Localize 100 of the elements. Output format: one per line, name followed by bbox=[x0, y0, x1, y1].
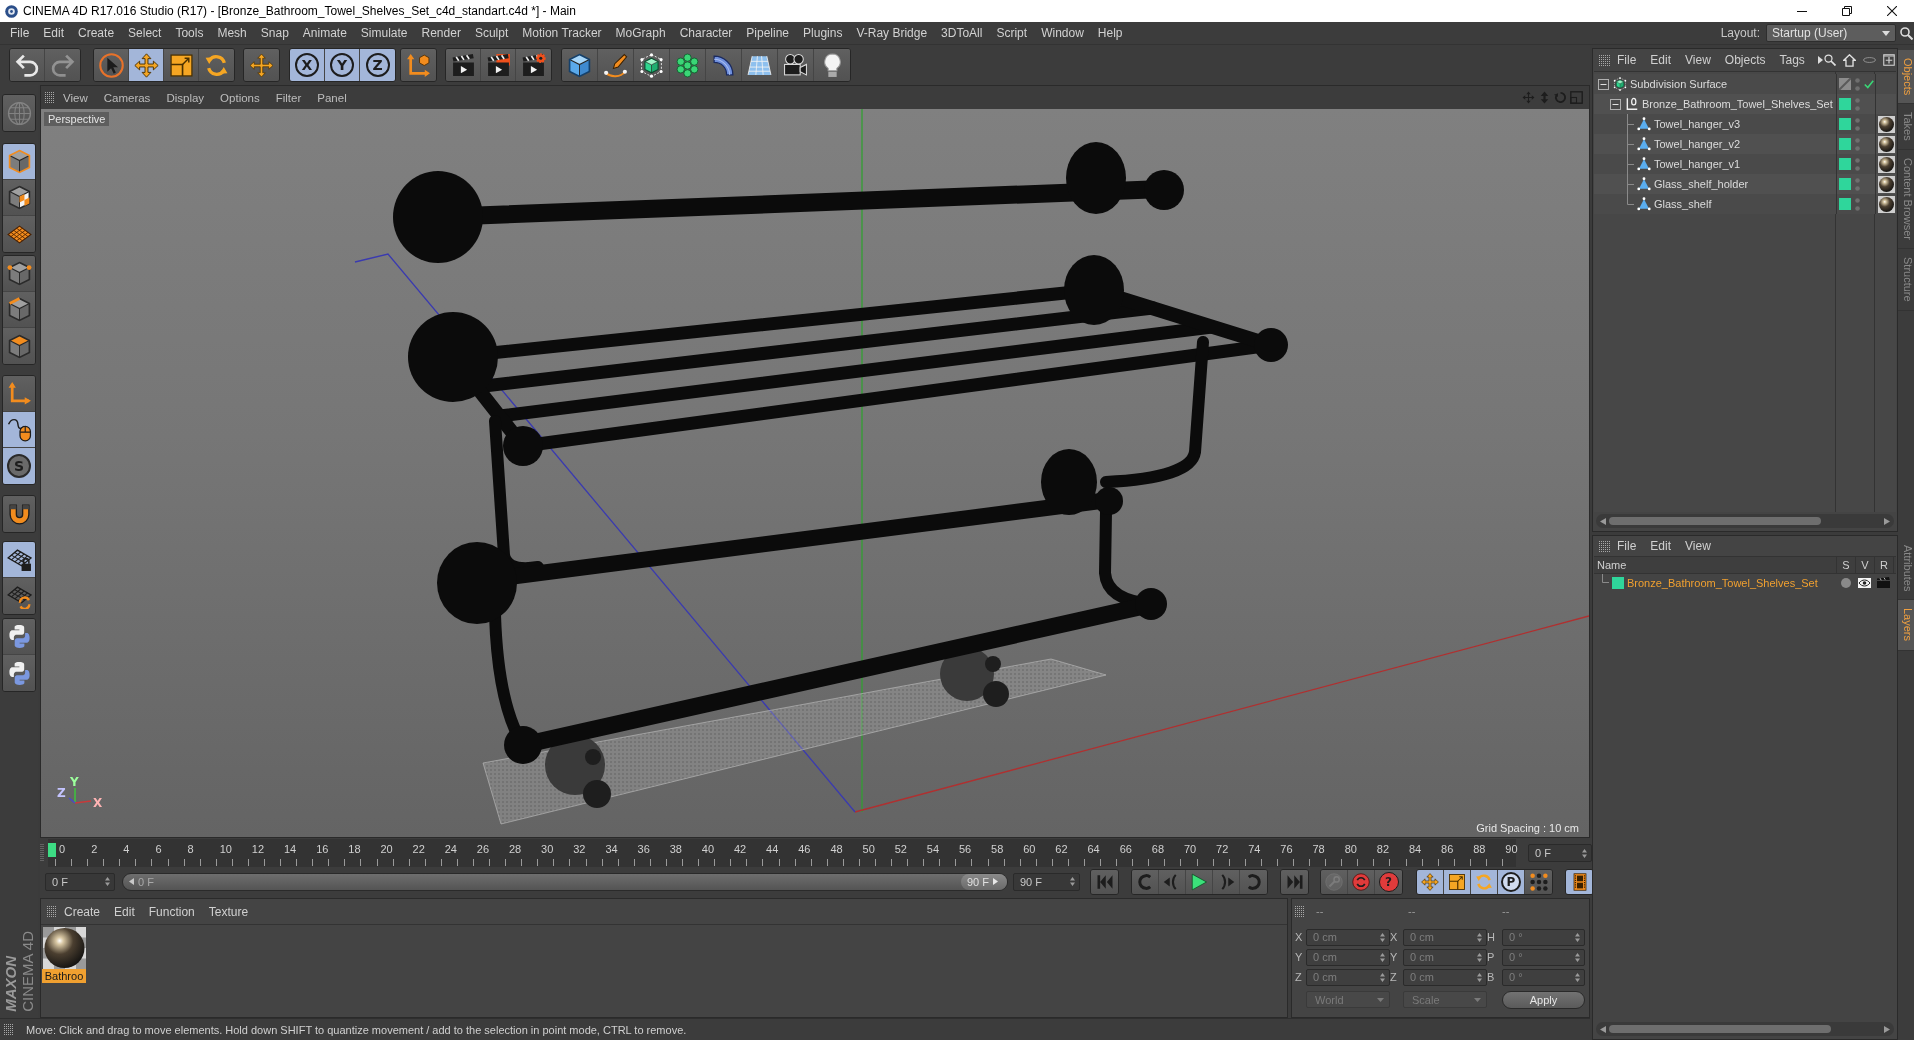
menu-item[interactable]: Edit bbox=[1643, 53, 1679, 67]
menu-item[interactable]: Edit bbox=[1643, 539, 1679, 553]
menu-item[interactable]: Create bbox=[57, 904, 108, 919]
home-icon[interactable] bbox=[1843, 53, 1856, 67]
visibility-dots-icon[interactable] bbox=[1855, 157, 1860, 171]
pen-button[interactable] bbox=[598, 49, 634, 81]
object-name[interactable]: Towel_hanger_v1 bbox=[1654, 158, 1741, 170]
material-ball-icon[interactable] bbox=[42, 927, 86, 969]
select-tool-button[interactable] bbox=[94, 49, 129, 81]
layer-name[interactable]: Bronze_Bathroom_Towel_Shelves_Set bbox=[1627, 576, 1818, 589]
check-icon[interactable] bbox=[1864, 79, 1874, 89]
material-tag-icon[interactable] bbox=[1878, 155, 1895, 173]
column-header[interactable]: V bbox=[1855, 556, 1874, 574]
object-name[interactable]: Towel_hanger_v2 bbox=[1654, 138, 1741, 150]
scale-tool-button[interactable] bbox=[164, 49, 199, 81]
key-selection-button[interactable]: ? bbox=[1375, 869, 1402, 894]
scroll-right-icon[interactable] bbox=[1884, 517, 1890, 525]
column-header[interactable]: R bbox=[1874, 556, 1893, 574]
transform-tool-button[interactable] bbox=[244, 49, 279, 81]
towel-rack-drawing[interactable] bbox=[393, 142, 1288, 825]
coordinate-system-button[interactable] bbox=[401, 49, 436, 81]
menu-item[interactable]: View bbox=[1678, 53, 1718, 67]
script-button[interactable] bbox=[3, 619, 35, 655]
snap-button[interactable] bbox=[3, 496, 35, 532]
menu-item[interactable]: Objects bbox=[1717, 53, 1773, 67]
layer-color-swatch[interactable] bbox=[1839, 158, 1851, 170]
collapse-icon[interactable] bbox=[1610, 98, 1621, 110]
column-header[interactable]: S bbox=[1836, 556, 1855, 574]
rotate-tool-button[interactable] bbox=[199, 49, 234, 81]
spinner-arrows-icon[interactable] bbox=[1575, 952, 1580, 962]
spinner-arrows-icon[interactable] bbox=[1380, 932, 1385, 942]
menu-item[interactable]: View bbox=[1678, 539, 1718, 553]
clapboard-icon[interactable] bbox=[1877, 577, 1890, 588]
spinner-arrows-icon[interactable] bbox=[105, 877, 110, 886]
polygons-mode-button[interactable] bbox=[3, 328, 35, 364]
spinner-arrows-icon[interactable] bbox=[1575, 972, 1580, 982]
visibility-dots-icon[interactable] bbox=[1855, 77, 1860, 91]
search-icon[interactable] bbox=[1824, 54, 1836, 66]
spinner-arrows-icon[interactable] bbox=[1477, 952, 1482, 962]
scale-key-button[interactable] bbox=[1444, 869, 1471, 894]
subdivision-button[interactable] bbox=[634, 49, 670, 81]
camera-button[interactable] bbox=[778, 49, 814, 81]
menu-item[interactable]: MoGraph bbox=[608, 26, 673, 40]
axis-lock-button[interactable]: X bbox=[290, 49, 325, 81]
caret-icon[interactable] bbox=[1817, 56, 1823, 64]
range-end-handle[interactable]: 90 F bbox=[961, 873, 1007, 890]
menu-item[interactable]: 3DToAll bbox=[934, 26, 990, 40]
menu-item[interactable]: Display bbox=[158, 91, 213, 104]
horizontal-scrollbar[interactable] bbox=[1596, 514, 1894, 528]
render-settings-button[interactable] bbox=[516, 49, 551, 81]
workplane-lock-button[interactable] bbox=[3, 542, 35, 578]
layout-dropdown[interactable]: Startup (User) bbox=[1766, 24, 1896, 42]
workplane-mode-button[interactable] bbox=[3, 216, 35, 252]
points-mode-button[interactable] bbox=[3, 256, 35, 292]
menu-item[interactable]: Simulate bbox=[353, 26, 415, 40]
material-tag-icon[interactable] bbox=[1878, 135, 1895, 153]
object-row[interactable]: Glass_shelf_holder bbox=[1594, 174, 1896, 194]
render-view-button[interactable] bbox=[481, 49, 516, 81]
layer-color-swatch[interactable] bbox=[1839, 178, 1851, 190]
layer-row[interactable]: Bronze_Bathroom_Towel_Shelves_Set bbox=[1594, 574, 1896, 591]
menu-item[interactable]: Motion Tracker bbox=[515, 26, 609, 40]
next-key-button[interactable] bbox=[1240, 869, 1267, 894]
object-name[interactable]: Subdivision Surface bbox=[1630, 78, 1728, 90]
position-key-button[interactable] bbox=[1417, 869, 1444, 894]
menu-item[interactable]: Select bbox=[121, 26, 169, 40]
edges-mode-button[interactable] bbox=[3, 292, 35, 328]
material-tag-icon[interactable] bbox=[1878, 115, 1895, 133]
visibility-dots-icon[interactable] bbox=[1855, 97, 1860, 111]
spinner-arrows-icon[interactable] bbox=[1575, 932, 1580, 942]
timeline-ruler[interactable]: 0 2 4 6 8 10 12 14 16 18 20 22 24 26 28 30 32 34 36 38 40 42 44 46 48 50 52 54 56 58 60 62 64 66 68 70 72 74 76 78 80 82 84 86 88 90 bbox=[48, 839, 1516, 867]
model-mode-button[interactable] bbox=[3, 144, 35, 180]
plus-box-icon[interactable] bbox=[1883, 54, 1895, 66]
horizontal-scrollbar[interactable] bbox=[1596, 1022, 1894, 1036]
side-tab[interactable]: Objects bbox=[1898, 50, 1914, 105]
render-button[interactable] bbox=[446, 49, 481, 81]
playhead-marker[interactable] bbox=[48, 843, 56, 857]
menu-item[interactable]: File bbox=[1610, 539, 1644, 553]
go-to-end-button[interactable] bbox=[1281, 869, 1308, 894]
visibility-dots-icon[interactable] bbox=[1855, 117, 1860, 131]
collapse-icon[interactable] bbox=[1598, 78, 1609, 90]
move-tool-button[interactable] bbox=[129, 49, 164, 81]
spinner-arrows-icon[interactable] bbox=[1582, 848, 1587, 858]
menu-item[interactable]: Mesh bbox=[210, 26, 254, 40]
object-name[interactable]: Bronze_Bathroom_Towel_Shelves_Set bbox=[1642, 98, 1833, 110]
object-row[interactable]: Towel_hanger_v2 bbox=[1594, 134, 1896, 154]
scroll-left-icon[interactable] bbox=[1600, 517, 1606, 525]
visibility-dots-icon[interactable] bbox=[1855, 197, 1860, 211]
spinner-arrows-icon[interactable] bbox=[1380, 952, 1385, 962]
object-row[interactable]: Bronze_Bathroom_Towel_Shelves_Set bbox=[1594, 94, 1896, 114]
menu-item[interactable]: Options bbox=[212, 91, 268, 104]
spinner-arrows-icon[interactable] bbox=[1477, 972, 1482, 982]
spinner-arrows-icon[interactable] bbox=[1380, 972, 1385, 982]
material-name[interactable]: Bathroo bbox=[42, 969, 86, 983]
menu-item[interactable]: Pipeline bbox=[739, 26, 797, 40]
play-button[interactable] bbox=[1186, 869, 1213, 894]
end-frame-field[interactable]: 90 F bbox=[1013, 872, 1080, 891]
layer-color-swatch[interactable] bbox=[1612, 576, 1624, 589]
solo-dot-icon[interactable] bbox=[1840, 577, 1851, 588]
visibility-dots-icon[interactable] bbox=[1855, 137, 1860, 151]
menu-item[interactable]: Create bbox=[71, 26, 122, 40]
